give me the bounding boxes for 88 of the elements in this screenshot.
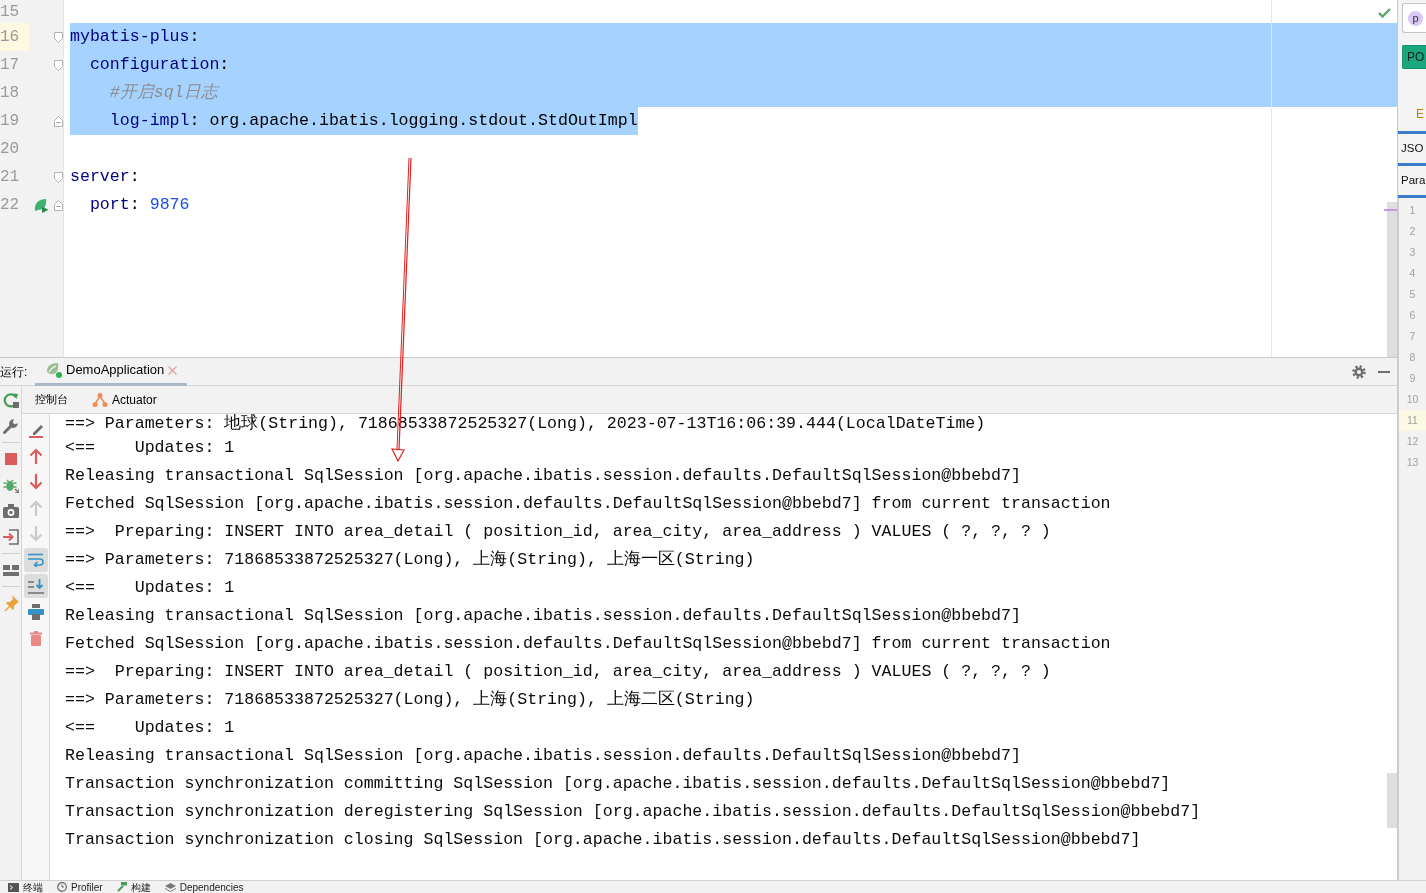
line-number: 1 xyxy=(1408,203,1417,218)
soft-wrap-button[interactable] xyxy=(23,548,48,572)
console-line: Fetched SqlSession [org.apache.ibatis.session.defaults.DefaultSqlSession@bbebd7] from current transaction xyxy=(65,633,1112,655)
console-line: ==> Parameters: 71868533872525327(Long), 上海(String), 上海二区(String) xyxy=(65,689,756,711)
tool-window-button[interactable]: Dependencies xyxy=(164,881,244,893)
line-number: 4 xyxy=(1408,266,1417,281)
arrow-up-icon xyxy=(28,500,43,516)
console-line: Transaction synchronization committing SqlSession [org.apache.ibatis.session.defaults.DefaultSqlSession@bbebd7] xyxy=(65,773,1172,795)
minimize-icon[interactable] xyxy=(1378,370,1390,373)
line-number: 9 xyxy=(1408,371,1417,386)
tool-window-button[interactable]: 终端 xyxy=(8,881,43,893)
console-line: ==> Parameters: 71868533872525327(Long), 上海(String), 上海一区(String) xyxy=(65,549,756,571)
console-line: ==> Parameters: 地球(String), 71868533872525327(Long), 2023-07-13T16:06:39.444(LocalDateTime) xyxy=(65,414,987,434)
fold-end-icon[interactable] xyxy=(54,199,63,211)
console-line: Releasing transactional SqlSession [org.apache.ibatis.session.defaults.DefaultSqlSession@bbebd7] xyxy=(65,605,1022,627)
bug-icon xyxy=(2,477,19,493)
code-comment: #开启sql日志 xyxy=(70,79,1397,107)
wrap-icon xyxy=(27,553,44,567)
leaf-arrow-icon[interactable] xyxy=(34,197,50,213)
line-number: 3 xyxy=(1408,245,1417,260)
console-line: Releasing transactional SqlSession [org.apache.ibatis.session.defaults.DefaultSqlSession@bbebd7] xyxy=(65,745,1022,767)
line-number: 18 xyxy=(0,83,21,104)
panel-label: 运行: xyxy=(0,363,29,381)
check-icon[interactable] xyxy=(1378,8,1391,18)
line-number: 2 xyxy=(1408,224,1417,239)
line-number: 6 xyxy=(1408,308,1417,323)
pencil-icon xyxy=(27,422,44,438)
input-field[interactable]: p xyxy=(1402,3,1426,33)
clock-icon xyxy=(57,882,67,892)
line-number: 7 xyxy=(1408,329,1417,344)
fold-icon[interactable] xyxy=(54,171,63,183)
line-number: 8 xyxy=(1408,350,1417,365)
line-number: 12 xyxy=(1405,434,1420,449)
console-line: ==> Preparing: INSERT INTO area_detail ( position_id, area_city, area_address ) VALUES ( ?, ?, ? ) xyxy=(65,661,1052,683)
nodes-icon xyxy=(92,392,108,407)
line-number: 20 xyxy=(0,139,21,160)
console-line: <== Updates: 1 xyxy=(65,577,236,599)
arrow-down-icon xyxy=(28,474,43,490)
arrow-up-icon xyxy=(28,448,43,464)
actuator-tab[interactable]: Actuator xyxy=(92,390,157,409)
section-tab[interactable]: JSO xyxy=(1398,134,1426,166)
tool-window-button[interactable]: 构建 xyxy=(116,881,151,893)
gear-icon[interactable] xyxy=(1352,364,1366,379)
terminal-icon xyxy=(8,882,19,892)
line-number: 17 xyxy=(0,55,21,76)
code-line: server: xyxy=(70,166,140,188)
scrollbar-thumb[interactable] xyxy=(1387,773,1397,828)
layout-icon xyxy=(2,564,19,576)
line-number: 16 xyxy=(0,23,30,51)
leaf-icon xyxy=(46,362,62,378)
console-line: ==> Preparing: INSERT INTO area_detail ( position_id, area_city, area_address ) VALUES ( ?, ?, ? ) xyxy=(65,521,1052,543)
console-line: <== Updates: 1 xyxy=(65,717,236,739)
scrollbar-thumb[interactable] xyxy=(1387,202,1397,357)
printer-icon xyxy=(27,604,44,620)
trash-icon xyxy=(29,630,42,646)
camera-icon xyxy=(2,504,19,518)
rerun-icon xyxy=(2,392,19,408)
console-tab[interactable]: 控制台 xyxy=(35,391,68,408)
wrench-icon xyxy=(2,418,19,434)
line-number: 10 xyxy=(1405,392,1420,407)
close-icon[interactable] xyxy=(168,365,178,375)
line-number: 5 xyxy=(1408,287,1417,302)
arrow-into-box-icon xyxy=(2,529,19,545)
line-number: 15 xyxy=(0,1,21,23)
console-line: <== Updates: 1 xyxy=(65,437,236,459)
scroll-end-button[interactable] xyxy=(23,574,48,598)
hammer-icon xyxy=(116,882,127,892)
fold-icon[interactable] xyxy=(54,31,63,43)
fold-end-icon[interactable] xyxy=(54,115,63,127)
stack-icon xyxy=(164,882,176,892)
fold-icon[interactable] xyxy=(54,59,63,71)
method-button[interactable]: PO xyxy=(1402,45,1426,69)
line-number: 11 xyxy=(1399,410,1426,431)
console-line: Releasing transactional SqlSession [org.apache.ibatis.session.defaults.DefaultSqlSession@bbebd7] xyxy=(65,465,1022,487)
console-line: Transaction synchronization deregistering SqlSession [org.apache.ibatis.session.defaults.DefaultSqlSession@bbebd7] xyxy=(65,801,1202,823)
pin-icon xyxy=(2,595,19,611)
line-number: 22 xyxy=(0,195,21,216)
line-number: 19 xyxy=(0,111,21,132)
scroll-end-icon xyxy=(27,578,44,594)
code-line: port: 9876 xyxy=(89,194,190,216)
line-number: 21 xyxy=(0,167,21,188)
console-line: Fetched SqlSession [org.apache.ibatis.session.defaults.DefaultSqlSession@bbebd7] from current transaction xyxy=(65,493,1112,515)
arrow-down-icon xyxy=(28,526,43,542)
console-line: Transaction synchronization closing SqlSession [org.apache.ibatis.session.defaults.DefaultSqlSession@bbebd7] xyxy=(65,829,1142,851)
line-number: 13 xyxy=(1405,455,1420,470)
stop-icon xyxy=(4,453,17,465)
avatar-initial: p xyxy=(1408,10,1423,26)
tool-window-button[interactable]: Profiler xyxy=(57,881,103,893)
